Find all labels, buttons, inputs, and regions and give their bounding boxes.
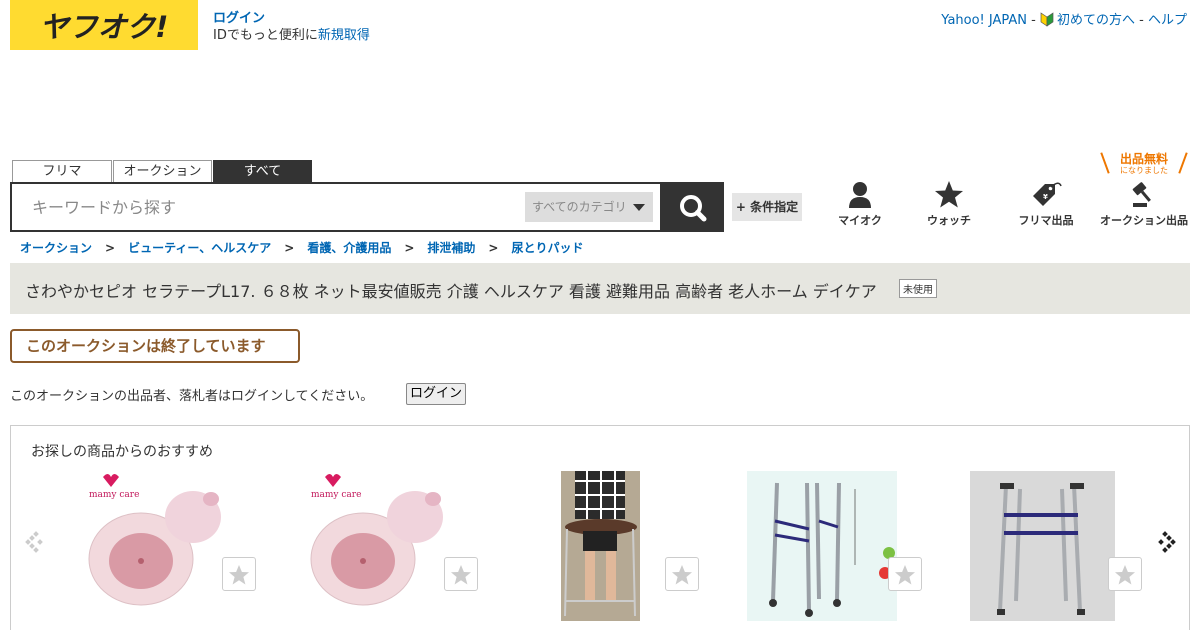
help-link[interactable]: ヘルプ bbox=[1148, 13, 1187, 28]
breadcrumb-urine-pad[interactable]: 尿とりパッド bbox=[511, 241, 583, 255]
condition-button[interactable]: + 条件指定 bbox=[732, 193, 802, 221]
top-link-sep: - bbox=[1135, 13, 1148, 28]
carousel-prev-button[interactable] bbox=[25, 529, 45, 563]
star-icon bbox=[935, 181, 963, 208]
star-icon bbox=[672, 565, 692, 585]
recommendations-heading: お探しの商品からのおすすめ bbox=[31, 444, 213, 460]
yafuoku-logo[interactable]: ヤフオク! bbox=[10, 0, 198, 50]
watch-star-button[interactable] bbox=[222, 557, 256, 591]
breadcrumb-beauty-health[interactable]: ビューティー、ヘルスケア bbox=[128, 241, 271, 255]
tab-flea-market[interactable]: フリマ bbox=[12, 160, 112, 183]
my-auction-label: マイオク bbox=[838, 214, 882, 227]
svg-text:mamy care: mamy care bbox=[89, 490, 139, 500]
login-notice: このオークションの出品者、落札者はログインしてください。 bbox=[10, 389, 374, 404]
breadcrumb: オークション > ビューティー、ヘルスケア > 看護、介護用品 > 排泄補助 > 尿とりパッド bbox=[20, 239, 583, 256]
watch-star-button[interactable] bbox=[888, 557, 922, 591]
auction-listing-label: オークション出品 bbox=[1100, 214, 1188, 227]
tab-auction[interactable]: オークション bbox=[113, 160, 212, 183]
svg-text:mamy care: mamy care bbox=[311, 490, 361, 500]
star-icon bbox=[451, 565, 471, 585]
breadcrumb-auction[interactable]: オークション bbox=[20, 241, 92, 255]
breadcrumb-nursing-care[interactable]: 看護、介護用品 bbox=[307, 241, 391, 255]
mamy-care-cushion-image[interactable]: mamy care bbox=[81, 471, 231, 621]
breadcrumb-excretion-aid[interactable]: 排泄補助 bbox=[427, 241, 475, 255]
chevron-down-icon bbox=[633, 204, 645, 211]
auction-listing-button[interactable]: オークション出品 bbox=[1098, 180, 1190, 228]
svg-text:¥: ¥ bbox=[1043, 193, 1048, 201]
signup-link[interactable]: 新規取得 bbox=[318, 28, 370, 43]
watch-star-button[interactable] bbox=[665, 557, 699, 591]
chevron-right-icon bbox=[1158, 531, 1176, 553]
mamy-care-cushion-image[interactable]: mamy care bbox=[303, 471, 453, 621]
beginner-leaf-icon bbox=[1040, 11, 1054, 31]
svg-text:ヤフオク!: ヤフオク! bbox=[40, 10, 169, 44]
folding-walker-image[interactable] bbox=[970, 471, 1115, 621]
breadcrumb-sep: > bbox=[488, 241, 499, 255]
signup-prefix: IDでもっと便利に bbox=[213, 28, 318, 43]
my-auction-button[interactable]: マイオク bbox=[830, 180, 890, 228]
person-in-walker-image[interactable] bbox=[561, 471, 640, 621]
folding-walker-with-dimensions-image[interactable] bbox=[747, 471, 897, 621]
first-time-link[interactable]: 初めての方へ bbox=[1057, 13, 1135, 28]
item-title: さわやかセピオ セラテープL17. ６８枚 ネット最安値販売 介護 ヘルスケア … bbox=[25, 282, 877, 301]
yahoo-japan-link[interactable]: Yahoo! JAPAN bbox=[941, 13, 1027, 28]
breadcrumb-sep: > bbox=[105, 241, 116, 255]
free-listing-badge: 出品無料 になりました bbox=[1100, 150, 1188, 175]
carousel-next-button[interactable] bbox=[1156, 529, 1176, 563]
star-icon bbox=[229, 565, 249, 585]
flea-listing-label: フリマ出品 bbox=[1018, 214, 1074, 227]
search-button[interactable] bbox=[662, 182, 724, 232]
watch-label: ウォッチ bbox=[927, 214, 971, 227]
top-link-sep: - bbox=[1027, 13, 1040, 28]
watch-button[interactable]: ウォッチ bbox=[919, 180, 979, 228]
category-select-label: すべてのカテゴリ bbox=[532, 200, 627, 214]
tab-all[interactable]: すべて bbox=[213, 160, 312, 183]
watch-star-button[interactable] bbox=[444, 557, 478, 591]
star-icon bbox=[895, 565, 915, 585]
search-icon bbox=[680, 195, 707, 222]
free-listing-text: 出品無料 bbox=[1119, 152, 1168, 166]
gavel-icon bbox=[1132, 182, 1151, 207]
chevron-left-icon bbox=[25, 531, 43, 553]
star-icon bbox=[1115, 565, 1135, 585]
search-box: すべてのカテゴリ bbox=[10, 182, 662, 232]
recommendations-panel: お探しの商品からのおすすめ mamy care mamy care bbox=[10, 425, 1190, 630]
auction-ended-banner: このオークションは終了しています bbox=[10, 329, 300, 363]
breadcrumb-sep: > bbox=[404, 241, 415, 255]
condition-badge: 未使用 bbox=[899, 279, 937, 298]
breadcrumb-sep: > bbox=[284, 241, 295, 255]
login-link[interactable]: ログイン bbox=[213, 11, 265, 26]
search-input[interactable] bbox=[20, 194, 520, 220]
item-title-bar: さわやかセピオ セラテープL17. ６８枚 ネット最安値販売 介護 ヘルスケア … bbox=[10, 263, 1190, 314]
login-button[interactable]: ログイン bbox=[406, 383, 466, 405]
free-listing-subtext: になりました bbox=[1120, 166, 1168, 175]
price-tag-icon: ¥ bbox=[1033, 182, 1062, 206]
watch-star-button[interactable] bbox=[1108, 557, 1142, 591]
category-select[interactable]: すべてのカテゴリ bbox=[525, 192, 653, 222]
top-links: Yahoo! JAPAN - 初めての方へ - ヘルプ bbox=[941, 9, 1187, 31]
login-box: ログイン IDでもっと便利に新規取得 bbox=[213, 10, 370, 44]
flea-listing-button[interactable]: ¥ フリマ出品 bbox=[1010, 180, 1082, 228]
person-icon bbox=[849, 182, 871, 208]
